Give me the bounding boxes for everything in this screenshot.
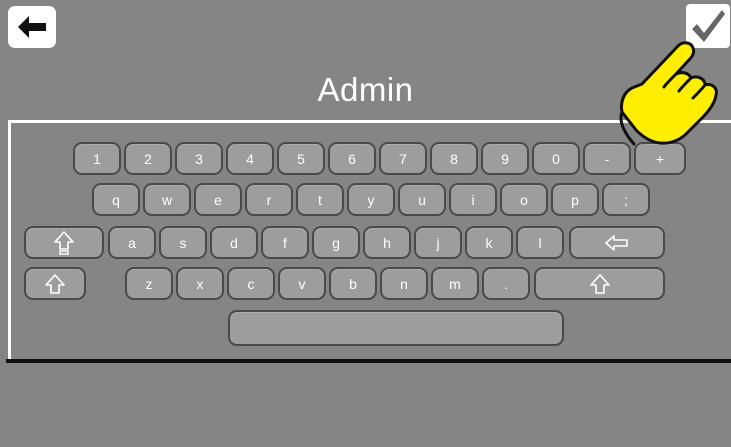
key-m[interactable]: m xyxy=(431,267,479,300)
key-4[interactable]: 4 xyxy=(226,142,274,175)
shift-icon xyxy=(45,273,65,294)
key-1[interactable]: 1 xyxy=(73,142,121,175)
caps-lock-icon xyxy=(54,230,74,255)
key-w[interactable]: w xyxy=(143,183,191,216)
key-f[interactable]: f xyxy=(261,226,309,259)
key-z[interactable]: z xyxy=(125,267,173,300)
shift-key-left[interactable] xyxy=(24,267,86,300)
key-v[interactable]: v xyxy=(278,267,326,300)
key-e[interactable]: e xyxy=(194,183,242,216)
key-n[interactable]: n xyxy=(380,267,428,300)
key-c[interactable]: c xyxy=(227,267,275,300)
key-y[interactable]: y xyxy=(347,183,395,216)
key-o[interactable]: o xyxy=(500,183,548,216)
backspace-icon xyxy=(605,234,628,251)
caps-lock-key[interactable] xyxy=(24,226,104,259)
key-3[interactable]: 3 xyxy=(175,142,223,175)
key-q[interactable]: q xyxy=(92,183,140,216)
backspace-key[interactable] xyxy=(569,226,665,259)
key-0[interactable]: 0 xyxy=(532,142,580,175)
space-key[interactable] xyxy=(228,310,564,346)
key-d[interactable]: d xyxy=(210,226,258,259)
key-a[interactable]: a xyxy=(108,226,156,259)
key-g[interactable]: g xyxy=(312,226,360,259)
key-t[interactable]: t xyxy=(296,183,344,216)
divider-bottom xyxy=(6,359,731,363)
shift-key-right[interactable] xyxy=(534,267,665,300)
key-b[interactable]: b xyxy=(329,267,377,300)
key-i[interactable]: i xyxy=(449,183,497,216)
key-x[interactable]: x xyxy=(176,267,224,300)
key-j[interactable]: j xyxy=(414,226,462,259)
key-r[interactable]: r xyxy=(245,183,293,216)
back-button[interactable] xyxy=(8,6,56,48)
key-8[interactable]: 8 xyxy=(430,142,478,175)
key-semicolon[interactable]: ; xyxy=(602,183,650,216)
key-period[interactable]: . xyxy=(482,267,530,300)
key-9[interactable]: 9 xyxy=(481,142,529,175)
key-5[interactable]: 5 xyxy=(277,142,325,175)
key-7[interactable]: 7 xyxy=(379,142,427,175)
key-2[interactable]: 2 xyxy=(124,142,172,175)
key-p[interactable]: p xyxy=(551,183,599,216)
key-6[interactable]: 6 xyxy=(328,142,376,175)
pointing-hand-icon xyxy=(619,41,718,146)
shift-icon xyxy=(589,273,610,294)
arrow-left-icon xyxy=(18,16,46,38)
key-s[interactable]: s xyxy=(159,226,207,259)
key-k[interactable]: k xyxy=(465,226,513,259)
key-h[interactable]: h xyxy=(363,226,411,259)
key-u[interactable]: u xyxy=(398,183,446,216)
key-l[interactable]: l xyxy=(516,226,564,259)
